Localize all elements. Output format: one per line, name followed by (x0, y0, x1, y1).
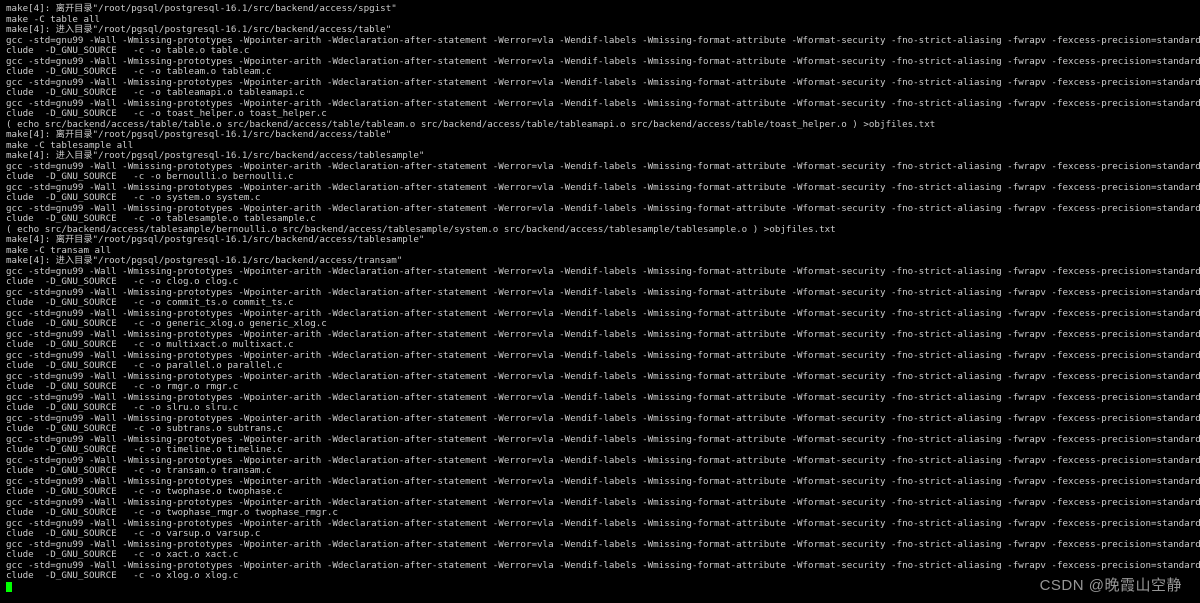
csdn-watermark: CSDN @晚霞山空静 (1040, 574, 1182, 595)
terminal-output[interactable]: make[4]: 离开目录"/root/pgsql/postgresql-16.… (0, 0, 1200, 596)
cursor (6, 582, 12, 592)
